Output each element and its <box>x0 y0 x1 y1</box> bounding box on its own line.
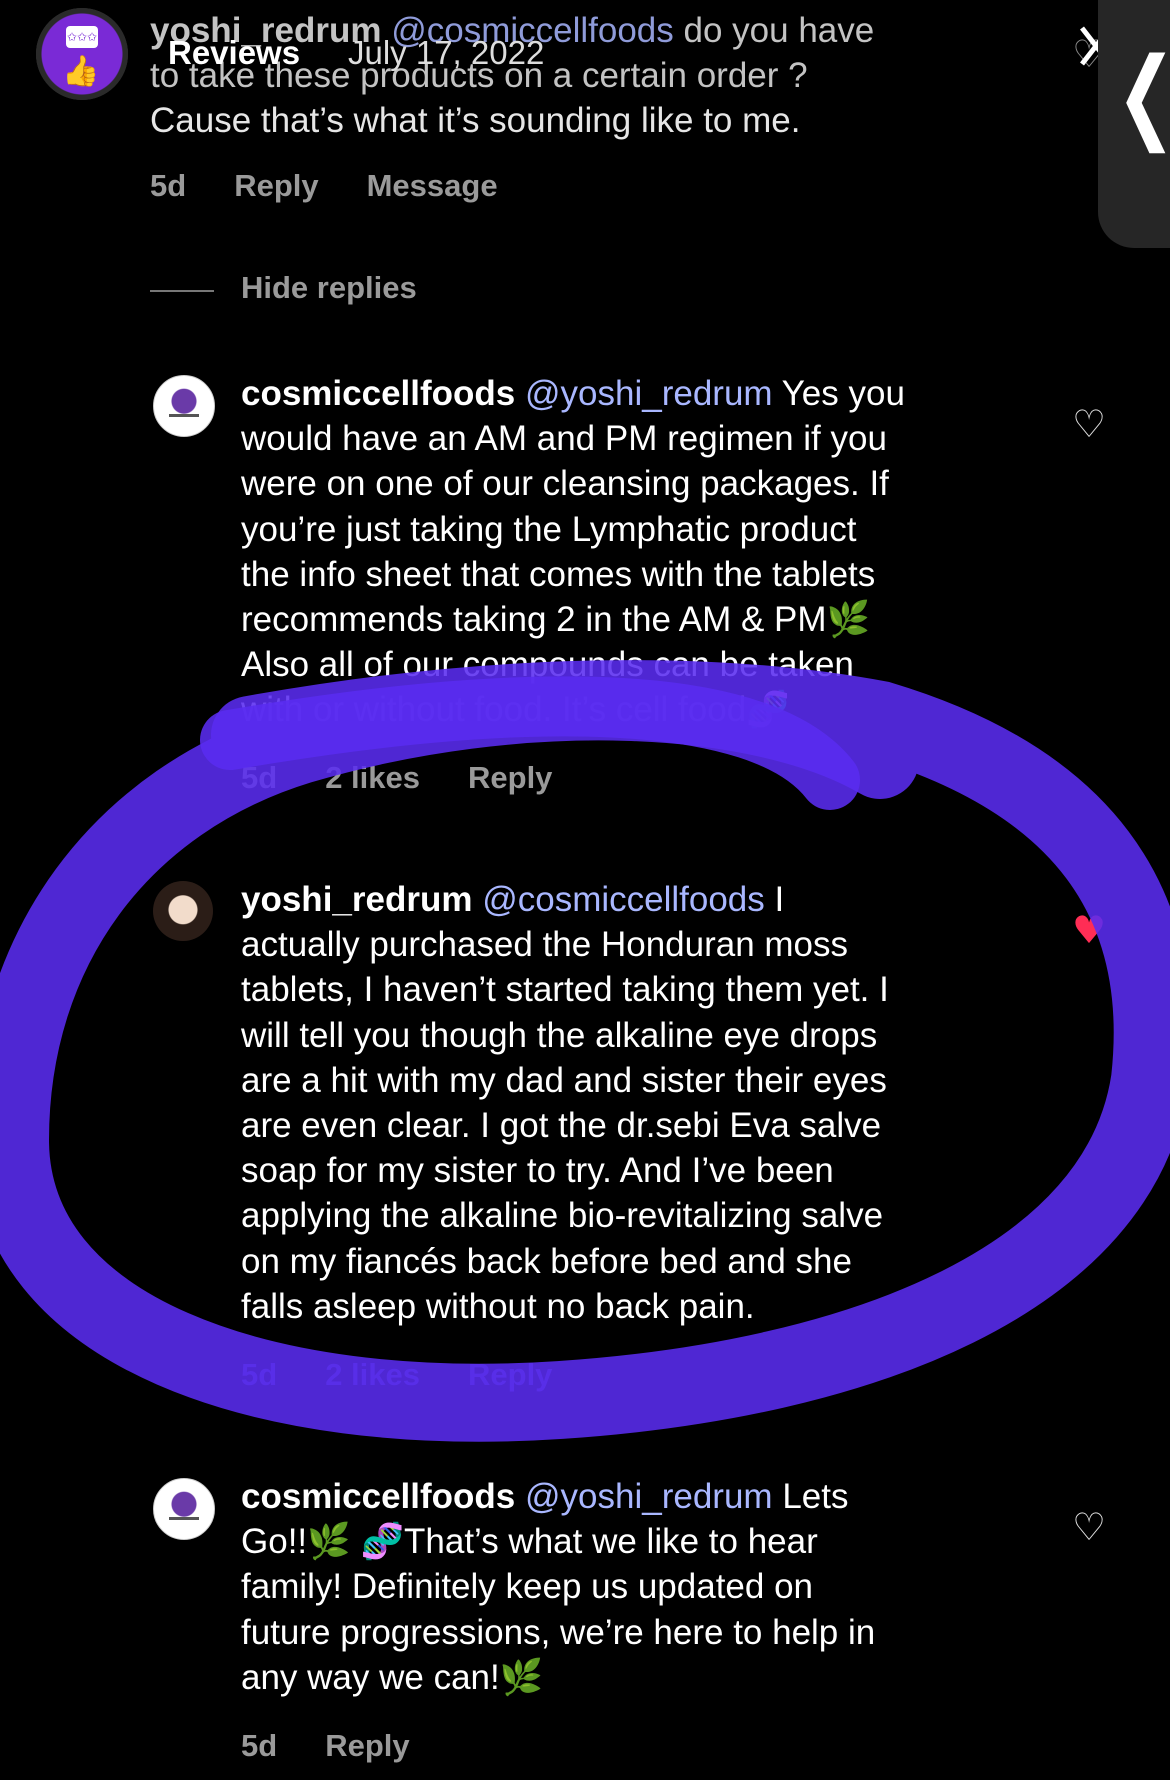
parent-comment: yoshi_redrum @cosmiccellfoods do you hav… <box>150 8 1010 144</box>
reply-2-line: tablets, I haven’t started taking them y… <box>241 970 889 1010</box>
review-stars-icon: ✩✩✩ <box>66 26 98 48</box>
reply-2-line: are a hit with my dad and sister their e… <box>241 1060 887 1100</box>
reply-1-line: you’re just taking the Lymphatic product <box>241 509 857 549</box>
parent-meta: 5d Reply Message <box>150 168 546 204</box>
reply-3-line: future progressions, we’re here to help … <box>241 1612 876 1652</box>
reply-2-line-1-rest: I <box>774 880 785 919</box>
reply-2-line-1: yoshi_redrum @cosmiccellfoods I <box>241 877 1071 922</box>
reply-3-heart-icon[interactable]: ♡ <box>1072 1505 1106 1549</box>
reply-2-line: actually purchased the Honduran moss <box>241 925 849 965</box>
reply-2-line: soap for my sister to try. And I’ve been <box>241 1151 834 1191</box>
reply-1-line: the info sheet that comes with the table… <box>241 554 876 594</box>
reply-1-mention[interactable]: @yoshi_redrum <box>525 374 773 413</box>
reply-3-line: family! Definitely keep us updated on <box>241 1567 813 1607</box>
reply-2-comment: yoshi_redrum @cosmiccellfoods I actually… <box>241 877 1071 1329</box>
parent-reply-button[interactable]: Reply <box>234 168 318 204</box>
highlight-date: July 17, 2022 <box>348 34 545 71</box>
parent-time: 5d <box>150 168 187 203</box>
reply-1-time: 5d <box>241 760 278 795</box>
reviews-highlight-avatar[interactable]: ✩✩✩ 👍 <box>36 8 128 100</box>
reply-2-line: will tell you though the alkaline eye dr… <box>241 1015 878 1055</box>
reply-1-line: Also all of our compounds can be taken <box>241 645 854 685</box>
parent-line-1-rest: do you have <box>683 11 875 50</box>
reply-3-line-1: cosmiccellfoods @yoshi_redrum Lets <box>241 1474 1051 1519</box>
reply-2-mention[interactable]: @cosmiccellfoods <box>482 880 765 919</box>
reply-2-heart-filled-icon[interactable]: ♥ <box>1072 908 1106 952</box>
reply-3-line: Go!!🌿 🧬That’s what we like to hear <box>241 1522 818 1562</box>
reply-2-line: applying the alkaline bio-revitalizing s… <box>241 1196 884 1236</box>
reply-2-likes[interactable]: 2 likes <box>325 1357 420 1393</box>
reply-2-line: are even clear. I got the dr.sebi Eva sa… <box>241 1106 882 1146</box>
thumbs-up-icon: 👍 <box>62 54 100 89</box>
chevron-left-icon: ❮ <box>1116 35 1170 153</box>
reply-1-line: with or without food. It’s cell food🧬 <box>241 690 790 730</box>
reply-1-line: would have an AM and PM regimen if you <box>241 419 887 459</box>
highlight-title: Reviews <box>168 34 301 71</box>
reply-1-line-1: cosmiccellfoods @yoshi_redrum Yes you <box>241 371 1051 416</box>
reply-3-avatar[interactable] <box>153 1478 215 1540</box>
reply-1-avatar[interactable] <box>153 375 215 437</box>
reply-1-line: recommends taking 2 in the AM & PM🌿 <box>241 600 871 640</box>
replies-divider <box>150 290 214 292</box>
reply-3-comment: cosmiccellfoods @yoshi_redrum Lets Go!!🌿… <box>241 1474 1051 1700</box>
reply-2-meta: 5d 2 likes Reply <box>241 1357 600 1393</box>
reply-3-reply-button[interactable]: Reply <box>325 1728 409 1764</box>
reply-1-reply-button[interactable]: Reply <box>468 760 552 796</box>
reply-2-username[interactable]: yoshi_redrum <box>241 880 472 919</box>
reply-3-mention[interactable]: @yoshi_redrum <box>525 1477 773 1516</box>
hide-replies-button[interactable]: Hide replies <box>241 270 417 306</box>
reply-1-heart-icon[interactable]: ♡ <box>1072 402 1106 446</box>
reply-1-line-1-rest: Yes you <box>781 374 905 413</box>
reply-2-line: falls asleep without no back pain. <box>241 1286 755 1326</box>
reply-1-comment: cosmiccellfoods @yoshi_redrum Yes you wo… <box>241 371 1051 733</box>
reply-1-username[interactable]: cosmiccellfoods <box>241 374 515 413</box>
reply-1-line: were on one of our cleansing packages. I… <box>241 464 889 504</box>
parent-message-button[interactable]: Message <box>367 168 498 204</box>
reply-2-avatar[interactable] <box>153 881 213 941</box>
reply-3-username[interactable]: cosmiccellfoods <box>241 1477 515 1516</box>
reply-2-line: on my fiancés back before bed and she <box>241 1241 852 1281</box>
reply-3-meta: 5d Reply <box>241 1728 458 1764</box>
side-panel-tab[interactable]: ❮ <box>1098 0 1170 248</box>
reply-3-line-1-rest: Lets <box>782 1477 849 1516</box>
reply-2-time: 5d <box>241 1357 278 1392</box>
parent-line-3: Cause that’s what it’s sounding like to … <box>150 101 801 141</box>
reply-1-meta: 5d 2 likes Reply <box>241 760 600 796</box>
reply-2-reply-button[interactable]: Reply <box>468 1357 552 1393</box>
reply-1-likes[interactable]: 2 likes <box>325 760 420 796</box>
reply-3-line: any way we can!🌿 <box>241 1657 544 1697</box>
reply-3-time: 5d <box>241 1728 278 1763</box>
